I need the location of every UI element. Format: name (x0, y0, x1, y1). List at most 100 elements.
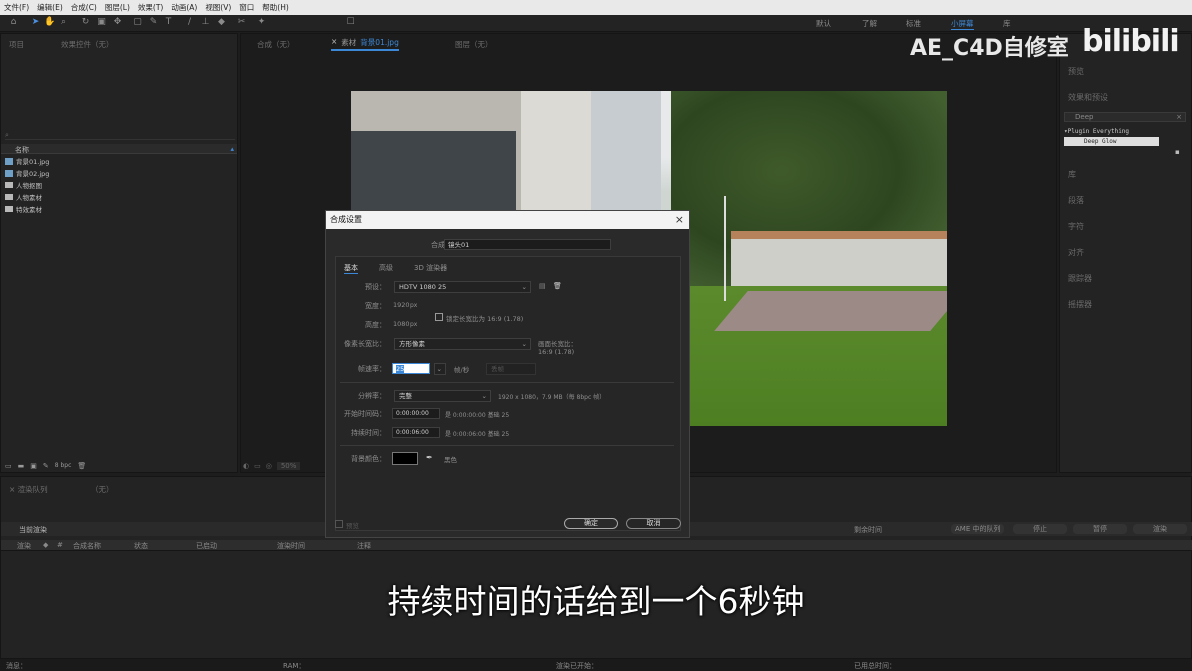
duration-input[interactable]: 0:00:06:00 (392, 427, 440, 438)
start-timecode-input[interactable]: 0:00:00:00 (392, 408, 440, 419)
monitor-icon[interactable]: ▭ (254, 462, 261, 470)
menu-item[interactable]: 窗口 (239, 2, 254, 13)
eyedropper-icon[interactable]: ✒ (426, 453, 433, 462)
project-search-input[interactable]: ⌕ (5, 130, 235, 140)
comp-name-input[interactable]: 镜头01 (444, 239, 611, 250)
ok-button[interactable]: 确定 (564, 518, 618, 529)
tab-footage[interactable]: × 素材 背景01.jpg (331, 37, 399, 51)
menu-item[interactable]: 视图(V) (205, 2, 231, 13)
panel-tracker[interactable]: 跟踪器 (1068, 273, 1092, 284)
zoom-select[interactable]: 50% (276, 462, 301, 470)
list-item[interactable]: 特效素材 (5, 204, 42, 214)
cancel-button[interactable]: 取消 (626, 518, 681, 529)
snap-icon[interactable]: ☐ (345, 17, 356, 28)
tab-basic[interactable]: 基本 (344, 263, 358, 274)
preset-select[interactable]: HDTV 1080 25 ⌄ (394, 281, 531, 293)
camera-tool-icon[interactable]: ▣ (96, 17, 107, 28)
pen-tool-icon[interactable]: ✎ (148, 17, 159, 28)
selection-tool-icon[interactable]: ➤ (30, 17, 41, 28)
trash-icon[interactable]: 🗑 (77, 462, 86, 470)
list-item[interactable]: 背景02.jpg (5, 168, 49, 178)
always-preview-icon[interactable]: ◐ (243, 462, 249, 470)
render-button[interactable]: 渲染 (1133, 524, 1187, 534)
eraser-tool-icon[interactable]: ◆ (216, 17, 227, 28)
clear-icon[interactable]: × (1176, 113, 1182, 121)
anchor-tool-icon[interactable]: ✥ (112, 17, 123, 28)
tab-composition[interactable]: 合成（无） (257, 39, 295, 50)
resolution-select[interactable]: 完整 ⌄ (394, 390, 491, 402)
mask-icon[interactable]: ◎ (266, 462, 272, 470)
workspace-learn[interactable]: 了解 (862, 18, 877, 29)
new-folder-icon[interactable]: ▬ (18, 462, 25, 470)
col-comp-name[interactable]: 合成名称 (73, 541, 101, 551)
list-item[interactable]: 背景01.jpg (5, 156, 49, 166)
menu-item[interactable]: 编辑(E) (37, 2, 63, 13)
tab-3d-renderer[interactable]: 3D 渲染器 (414, 263, 447, 273)
menu-item[interactable]: 合成(C) (71, 2, 97, 13)
plugin-folder[interactable]: ▾Plugin Everything (1064, 128, 1129, 135)
menu-item[interactable]: 图层(L) (105, 2, 130, 13)
tab-project[interactable]: 项目 (9, 39, 24, 50)
tab-advanced[interactable]: 高级 (379, 263, 393, 273)
lock-ratio-checkbox[interactable] (435, 313, 443, 321)
text-tool-icon[interactable]: T (163, 17, 174, 28)
height-value[interactable]: 1080 (393, 320, 410, 328)
save-preset-icon[interactable]: ▤ (539, 282, 546, 290)
zoom-tool-icon[interactable]: ⌕ (58, 17, 69, 28)
puppet-tool-icon[interactable]: ✦ (256, 17, 267, 28)
column-name[interactable]: 名称 (15, 145, 29, 155)
new-bin-icon[interactable]: ▪ (1175, 148, 1180, 156)
par-select[interactable]: 方形像素 ⌄ (394, 338, 531, 350)
effects-search-input[interactable]: Deep × (1064, 112, 1186, 122)
workspace-default[interactable]: 默认 (816, 18, 831, 29)
menu-item[interactable]: 帮助(H) (262, 2, 289, 13)
roto-tool-icon[interactable]: ✂ (236, 17, 247, 28)
col-number[interactable]: # (57, 541, 63, 549)
panel-align[interactable]: 对齐 (1068, 247, 1084, 258)
sort-icon[interactable]: ▴ (230, 145, 234, 153)
col-comment[interactable]: 注释 (357, 541, 371, 551)
workspace-library[interactable]: 库 (1003, 18, 1011, 29)
workspace-small-screen[interactable]: 小屏幕 (951, 18, 974, 30)
pen-icon[interactable]: ✎ (43, 462, 49, 470)
list-item[interactable]: 人物素材 (5, 192, 42, 202)
tab-effect-controls[interactable]: 效果控件（无） (61, 39, 114, 50)
delete-preset-icon[interactable]: 🗑 (553, 282, 562, 290)
list-item[interactable]: 人物抠图 (5, 180, 42, 190)
col-started[interactable]: 已启动 (196, 541, 217, 551)
fps-input[interactable]: 25 (392, 363, 430, 374)
close-icon[interactable]: × (331, 37, 337, 49)
width-value[interactable]: 1920 (393, 301, 410, 309)
stop-button[interactable]: 停止 (1013, 524, 1067, 534)
ame-queue-button[interactable]: AME 中的队列 (951, 524, 1005, 534)
panel-wiggler[interactable]: 摇摆器 (1068, 299, 1092, 310)
hand-tool-icon[interactable]: ✋ (44, 17, 55, 28)
clone-tool-icon[interactable]: ⊥ (200, 17, 211, 28)
bg-color-swatch[interactable] (392, 452, 418, 465)
menu-item[interactable]: 效果(T) (138, 2, 163, 13)
fps-dropdown[interactable]: ⌄ (434, 363, 446, 375)
brush-tool-icon[interactable]: / (184, 17, 195, 28)
panel-library[interactable]: 库 (1068, 169, 1076, 180)
tab-none[interactable]: （无） (91, 484, 114, 495)
rect-tool-icon[interactable]: ▢ (132, 17, 143, 28)
project-column-header[interactable]: 名称 ▴ (1, 144, 237, 154)
preview-checkbox[interactable] (335, 520, 343, 528)
close-icon[interactable]: × (9, 485, 18, 494)
home-icon[interactable]: ⌂ (8, 17, 19, 28)
new-comp-icon[interactable]: ▣ (30, 462, 37, 470)
panel-character[interactable]: 字符 (1068, 221, 1084, 232)
tab-render-queue[interactable]: × 渲染队列 (9, 484, 48, 495)
panel-effects-presets[interactable]: 效果和预设 (1068, 92, 1108, 103)
tab-layer[interactable]: 图层（无） (455, 39, 493, 50)
panel-preview[interactable]: 预览 (1068, 66, 1084, 77)
menu-item[interactable]: 文件(F) (4, 2, 29, 13)
pause-button[interactable]: 暂停 (1073, 524, 1127, 534)
workspace-standard[interactable]: 标准 (906, 18, 921, 29)
col-render[interactable]: 渲染 (17, 541, 31, 551)
effect-deep-glow[interactable]: Deep Glow (1064, 137, 1159, 146)
col-render-time[interactable]: 渲染时间 (277, 541, 305, 551)
col-status[interactable]: 状态 (134, 541, 148, 551)
close-icon[interactable]: × (675, 211, 684, 229)
menu-item[interactable]: 动画(A) (171, 2, 197, 13)
